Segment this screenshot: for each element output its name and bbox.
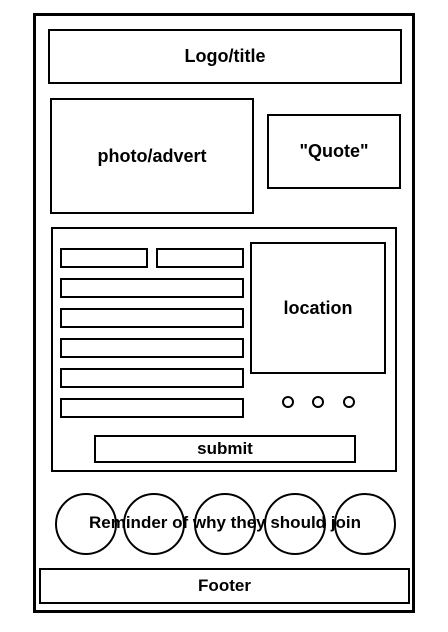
footer-box: Footer [39,568,410,604]
form-field[interactable] [60,368,244,388]
logo-title-box: Logo/title [48,29,402,84]
quote-label: "Quote" [299,141,369,161]
location-label: location [283,297,353,318]
form-field[interactable] [60,398,244,418]
form-field[interactable] [60,308,244,328]
location-map-box[interactable]: location [250,242,386,374]
submit-button[interactable]: submit [94,435,356,463]
submit-label: submit [197,439,253,458]
pager-dot[interactable] [282,396,294,408]
form-field-last-name[interactable] [156,248,244,268]
photo-advert-label: photo/advert [97,145,207,166]
photo-advert-box: photo/advert [50,98,254,214]
form-field[interactable] [60,338,244,358]
pager-dot[interactable] [312,396,324,408]
form-field[interactable] [60,278,244,298]
wireframe-page: Logo/title photo/advert "Quote" location… [0,0,448,632]
pager-dot[interactable] [343,396,355,408]
quote-box: "Quote" [267,114,401,189]
reminder-text: Reminder of why they should join [88,513,362,532]
footer-label: Footer [198,576,251,595]
form-field-first-name[interactable] [60,248,148,268]
logo-title-label: Logo/title [184,46,266,66]
